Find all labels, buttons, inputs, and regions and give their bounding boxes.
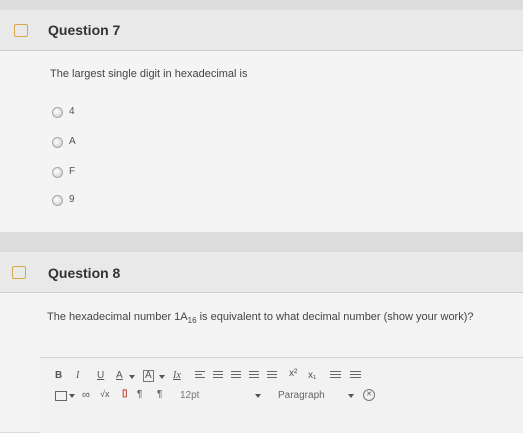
link-icon[interactable]: ∞ xyxy=(82,389,90,401)
flag-icon[interactable] xyxy=(14,24,28,37)
question-8-header: Question 8 xyxy=(0,252,523,293)
font-size-select[interactable]: 12pt xyxy=(180,390,199,401)
option-label: 4 xyxy=(69,106,75,117)
justify-icon[interactable] xyxy=(249,371,259,380)
chevron-down-icon[interactable] xyxy=(255,394,261,398)
media-icon[interactable]: ▯ xyxy=(122,388,128,399)
question-7-text: The largest single digit in hexadecimal … xyxy=(50,68,248,80)
indent-icon[interactable] xyxy=(267,371,277,380)
question-8-text: The hexadecimal number 1A16 is equivalen… xyxy=(47,311,474,325)
align-right-icon[interactable] xyxy=(231,371,241,380)
numbered-list-icon[interactable] xyxy=(350,371,361,380)
bold-button[interactable]: B xyxy=(55,370,62,381)
question-7-title: Question 7 xyxy=(48,22,121,38)
sqrt-button[interactable]: √x xyxy=(100,389,109,399)
chevron-down-icon[interactable] xyxy=(348,394,354,398)
subscript-base: 16 xyxy=(187,316,197,326)
option-label: 9 xyxy=(69,194,75,205)
question-7-card: Question 7 The largest single digit in h… xyxy=(0,10,523,232)
bullet-list-icon[interactable] xyxy=(330,371,341,380)
answer-editor[interactable]: B I U A A Ix x² x₁ ∞ √x ▯ ¶ ¶ 12pt Parag… xyxy=(40,357,523,433)
rtl-button[interactable]: ¶ xyxy=(157,389,162,400)
radio-button[interactable] xyxy=(52,137,63,148)
superscript-button[interactable]: x² xyxy=(289,368,297,379)
radio-button[interactable] xyxy=(52,167,63,178)
ltr-button[interactable]: ¶ xyxy=(137,389,142,400)
question-7-header: Question 7 xyxy=(0,10,523,51)
paragraph-select[interactable]: Paragraph xyxy=(278,390,325,401)
question-8-title: Question 8 xyxy=(48,265,121,281)
table-icon[interactable] xyxy=(55,391,67,401)
accessibility-icon[interactable]: ✕ xyxy=(363,389,375,401)
clear-format-button[interactable]: Ix xyxy=(173,370,181,381)
italic-button[interactable]: I xyxy=(76,370,79,381)
option-label: F xyxy=(69,166,76,177)
highlight-button[interactable]: A xyxy=(143,370,154,382)
radio-button[interactable] xyxy=(52,107,63,118)
radio-button[interactable] xyxy=(52,195,63,206)
flag-icon[interactable] xyxy=(12,266,26,279)
question-text-start: The hexadecimal number 1A xyxy=(47,311,188,323)
chevron-down-icon[interactable] xyxy=(159,375,165,379)
question-8-card: Question 8 The hexadecimal number 1A16 i… xyxy=(0,252,523,433)
subscript-button[interactable]: x₁ xyxy=(308,370,316,381)
option-label: A xyxy=(69,136,76,147)
chevron-down-icon[interactable] xyxy=(129,375,135,379)
question-text-end: is equivalent to what decimal number (sh… xyxy=(196,311,474,323)
chevron-down-icon[interactable] xyxy=(69,394,75,398)
align-center-icon[interactable] xyxy=(213,371,223,380)
align-left-icon[interactable] xyxy=(195,371,205,380)
font-color-button[interactable]: A xyxy=(116,370,123,381)
underline-button[interactable]: U xyxy=(97,370,104,381)
